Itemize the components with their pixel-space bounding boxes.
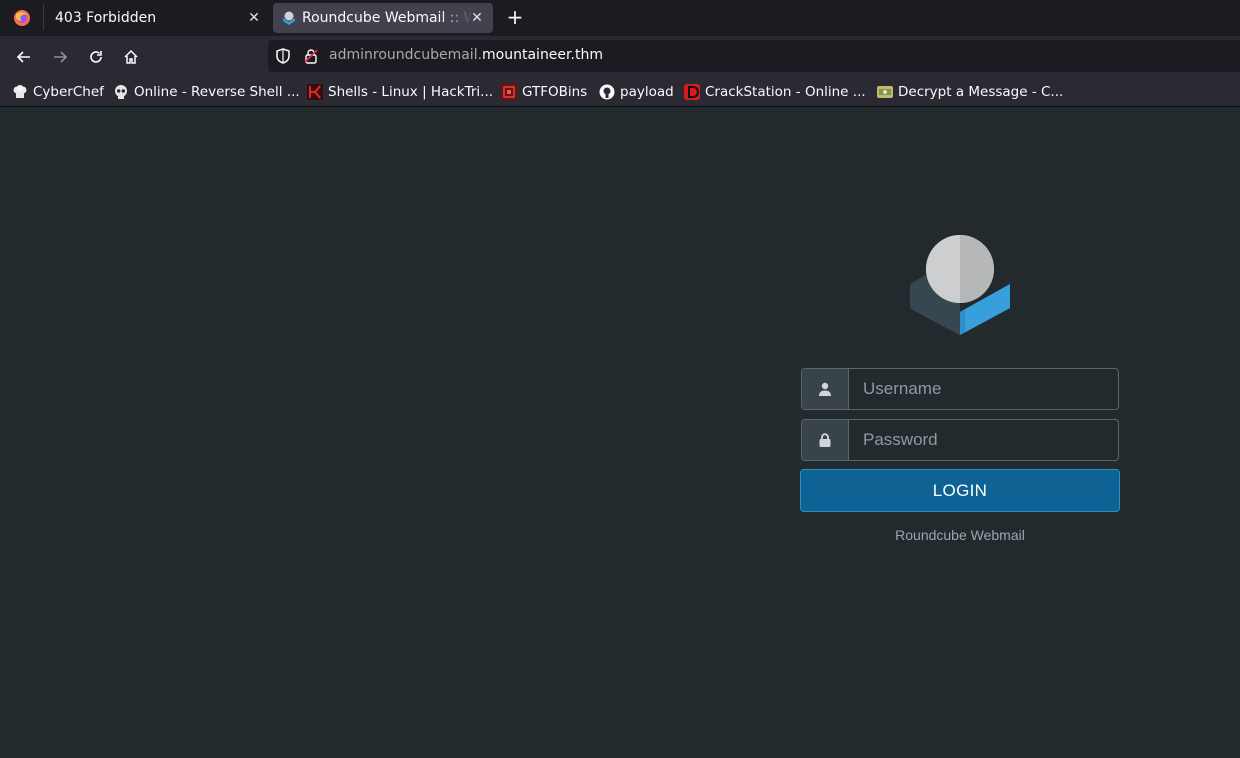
- password-field: [801, 419, 1119, 461]
- firefox-menu-icon[interactable]: [8, 4, 36, 32]
- bookmark-reverse-shell[interactable]: Online - Reverse Shell ...: [113, 83, 300, 101]
- tab-403-forbidden[interactable]: 403 Forbidden ✕: [44, 3, 270, 33]
- bookmark-hacktricks[interactable]: Shells - Linux | HackTri...: [307, 83, 493, 101]
- roundcube-favicon-icon: [281, 10, 297, 26]
- password-input[interactable]: [849, 420, 1118, 460]
- login-button[interactable]: LOGIN: [800, 469, 1120, 512]
- bookmark-label: Decrypt a Message - C...: [898, 84, 1064, 100]
- url-subdomain: adminroundcubemail.: [329, 47, 483, 63]
- tab-close-icon[interactable]: ✕: [244, 8, 264, 28]
- username-input[interactable]: [849, 369, 1118, 409]
- bookmark-payload[interactable]: payload: [599, 83, 674, 101]
- url-domain: mountaineer.thm: [482, 47, 603, 63]
- insecure-lock-icon[interactable]: [302, 47, 320, 65]
- username-field: [801, 368, 1119, 410]
- user-icon: [802, 369, 849, 409]
- navigation-bar: adminroundcubemail.mountaineer.thm: [0, 36, 1240, 77]
- hacktricks-icon: [307, 84, 323, 100]
- tracking-protection-shield-icon[interactable]: [274, 47, 292, 65]
- bookmark-label: GTFOBins: [522, 84, 588, 100]
- tab-title: 403 Forbidden: [55, 10, 157, 26]
- tab-roundcube[interactable]: Roundcube Webmail :: Welcome ✕: [273, 3, 493, 33]
- roundcube-logo: [909, 234, 1011, 336]
- tab-close-icon[interactable]: ✕: [467, 8, 487, 28]
- bookmark-cyberchef[interactable]: CyberChef: [12, 83, 104, 101]
- url-bar[interactable]: adminroundcubemail.mountaineer.thm: [268, 40, 1240, 72]
- bookmark-gtfobins[interactable]: GTFOBins: [501, 83, 587, 101]
- gtfobins-icon: [501, 84, 517, 100]
- cryptii-icon: [877, 84, 893, 100]
- reload-icon[interactable]: [81, 42, 111, 72]
- back-arrow-icon[interactable]: [9, 42, 39, 72]
- skull-icon: [113, 84, 129, 100]
- tab-strip: 403 Forbidden ✕ Roundcube Webmail :: Wel…: [0, 0, 1240, 36]
- bookmark-label: CyberChef: [33, 84, 104, 100]
- new-tab-plus-icon[interactable]: +: [502, 4, 528, 30]
- product-name-footer: Roundcube Webmail: [895, 527, 1025, 543]
- crackstation-icon: [684, 84, 700, 100]
- bookmark-label: CrackStation - Online ...: [705, 84, 866, 100]
- bookmark-label: Shells - Linux | HackTri...: [328, 84, 494, 100]
- bookmark-label: Online - Reverse Shell ...: [134, 84, 300, 100]
- tab-title: Roundcube Webmail :: Welcome: [302, 10, 472, 26]
- bookmarks-toolbar: CyberChef Online - Reverse Shell ... She…: [0, 77, 1240, 107]
- bookmark-decrypt-message[interactable]: Decrypt a Message - C...: [877, 83, 1063, 101]
- forward-arrow-icon[interactable]: [45, 42, 75, 72]
- bookmark-label: payload: [620, 84, 674, 100]
- bookmark-crackstation[interactable]: CrackStation - Online ...: [684, 83, 866, 101]
- lock-icon: [802, 420, 849, 460]
- github-icon: [599, 84, 615, 100]
- chef-hat-icon: [12, 84, 28, 100]
- url-text[interactable]: adminroundcubemail.mountaineer.thm: [329, 47, 603, 63]
- home-icon[interactable]: [116, 42, 146, 72]
